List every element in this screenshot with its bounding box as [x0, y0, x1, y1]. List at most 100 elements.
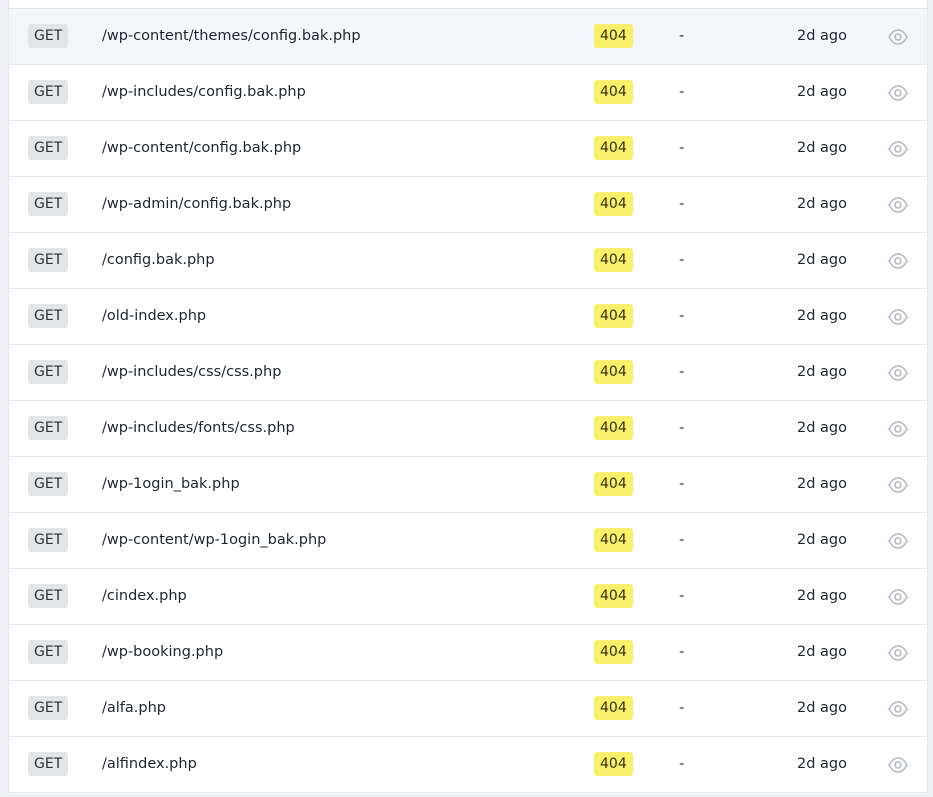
status-badge: 404	[594, 80, 633, 104]
table-row[interactable]: GET /wp-content/config.bak.php 404 - 2d …	[9, 121, 927, 177]
table-row[interactable]: GET /wp-includes/config.bak.php 404 - 2d…	[9, 65, 927, 121]
method-badge: GET	[28, 416, 69, 440]
relative-time: 2d ago	[797, 644, 847, 660]
status-badge: 404	[594, 360, 633, 384]
relative-time: 2d ago	[797, 196, 847, 212]
eye-icon[interactable]	[887, 27, 909, 47]
table-row[interactable]: GET /cindex.php 404 - 2d ago	[9, 569, 927, 625]
method-badge: GET	[28, 640, 69, 664]
requests-table: GET /wp-content/themes/config.bak.php 40…	[8, 0, 928, 794]
method-badge: GET	[28, 136, 69, 160]
duration: -	[679, 140, 685, 156]
method-badge: GET	[28, 24, 69, 48]
table-row[interactable]: GET /config.bak.php 404 - 2d ago	[9, 233, 927, 289]
request-path: /old-index.php	[102, 308, 207, 324]
duration: -	[679, 196, 685, 212]
eye-icon[interactable]	[887, 475, 909, 495]
duration: -	[679, 532, 685, 548]
relative-time: 2d ago	[797, 532, 847, 548]
request-path: /wp-admin/config.bak.php	[102, 196, 292, 212]
relative-time: 2d ago	[797, 308, 847, 324]
request-path: /wp-content/themes/config.bak.php	[102, 28, 361, 44]
request-path: /wp-includes/css/css.php	[102, 364, 282, 380]
duration: -	[679, 476, 685, 492]
request-path: /wp-includes/config.bak.php	[102, 84, 306, 100]
table-row[interactable]: GET /alfindex.php 404 - 2d ago	[9, 737, 927, 793]
table-row[interactable]: GET /wp-booking.php 404 - 2d ago	[9, 625, 927, 681]
method-badge: GET	[28, 472, 69, 496]
table-row[interactable]: GET /wp-includes/css/css.php 404 - 2d ag…	[9, 345, 927, 401]
request-path: /wp-includes/fonts/css.php	[102, 420, 295, 436]
eye-icon[interactable]	[887, 363, 909, 383]
relative-time: 2d ago	[797, 28, 847, 44]
request-path: /wp-booking.php	[102, 644, 224, 660]
duration: -	[679, 364, 685, 380]
status-badge: 404	[594, 248, 633, 272]
duration: -	[679, 700, 685, 716]
eye-icon[interactable]	[887, 83, 909, 103]
relative-time: 2d ago	[797, 140, 847, 156]
status-badge: 404	[594, 136, 633, 160]
relative-time: 2d ago	[797, 420, 847, 436]
request-path: /wp-content/config.bak.php	[102, 140, 302, 156]
table-top-border	[9, 0, 927, 9]
request-path: /wp-content/wp-1ogin_bak.php	[102, 532, 327, 548]
request-path: /cindex.php	[102, 588, 187, 604]
eye-icon[interactable]	[887, 251, 909, 271]
eye-icon[interactable]	[887, 699, 909, 719]
eye-icon[interactable]	[887, 643, 909, 663]
duration: -	[679, 252, 685, 268]
eye-icon[interactable]	[887, 755, 909, 775]
table-row[interactable]: GET /wp-admin/config.bak.php 404 - 2d ag…	[9, 177, 927, 233]
eye-icon[interactable]	[887, 531, 909, 551]
eye-icon[interactable]	[887, 419, 909, 439]
eye-icon[interactable]	[887, 587, 909, 607]
method-badge: GET	[28, 192, 69, 216]
table-row[interactable]: GET /wp-content/themes/config.bak.php 40…	[9, 9, 927, 65]
relative-time: 2d ago	[797, 364, 847, 380]
method-badge: GET	[28, 528, 69, 552]
status-badge: 404	[594, 640, 633, 664]
table-row[interactable]: GET /wp-content/wp-1ogin_bak.php 404 - 2…	[9, 513, 927, 569]
duration: -	[679, 644, 685, 660]
method-badge: GET	[28, 360, 69, 384]
relative-time: 2d ago	[797, 756, 847, 772]
eye-icon[interactable]	[887, 195, 909, 215]
method-badge: GET	[28, 696, 69, 720]
status-badge: 404	[594, 472, 633, 496]
request-path: /alfa.php	[102, 700, 166, 716]
request-path: /alfindex.php	[102, 756, 197, 772]
status-badge: 404	[594, 584, 633, 608]
method-badge: GET	[28, 584, 69, 608]
table-row[interactable]: GET /old-index.php 404 - 2d ago	[9, 289, 927, 345]
eye-icon[interactable]	[887, 139, 909, 159]
duration: -	[679, 756, 685, 772]
relative-time: 2d ago	[797, 84, 847, 100]
status-badge: 404	[594, 752, 633, 776]
duration: -	[679, 420, 685, 436]
method-badge: GET	[28, 80, 69, 104]
table-row[interactable]: GET /wp-includes/fonts/css.php 404 - 2d …	[9, 401, 927, 457]
duration: -	[679, 588, 685, 604]
status-badge: 404	[594, 192, 633, 216]
request-path: /wp-1ogin_bak.php	[102, 476, 240, 492]
relative-time: 2d ago	[797, 588, 847, 604]
method-badge: GET	[28, 248, 69, 272]
table-row[interactable]: GET /wp-1ogin_bak.php 404 - 2d ago	[9, 457, 927, 513]
status-badge: 404	[594, 24, 633, 48]
request-path: /config.bak.php	[102, 252, 215, 268]
status-badge: 404	[594, 416, 633, 440]
eye-icon[interactable]	[887, 307, 909, 327]
status-badge: 404	[594, 528, 633, 552]
requests-table-body: GET /wp-content/themes/config.bak.php 40…	[9, 9, 927, 793]
duration: -	[679, 308, 685, 324]
status-badge: 404	[594, 304, 633, 328]
relative-time: 2d ago	[797, 700, 847, 716]
duration: -	[679, 28, 685, 44]
method-badge: GET	[28, 304, 69, 328]
table-row[interactable]: GET /alfa.php 404 - 2d ago	[9, 681, 927, 737]
duration: -	[679, 84, 685, 100]
relative-time: 2d ago	[797, 252, 847, 268]
relative-time: 2d ago	[797, 476, 847, 492]
status-badge: 404	[594, 696, 633, 720]
